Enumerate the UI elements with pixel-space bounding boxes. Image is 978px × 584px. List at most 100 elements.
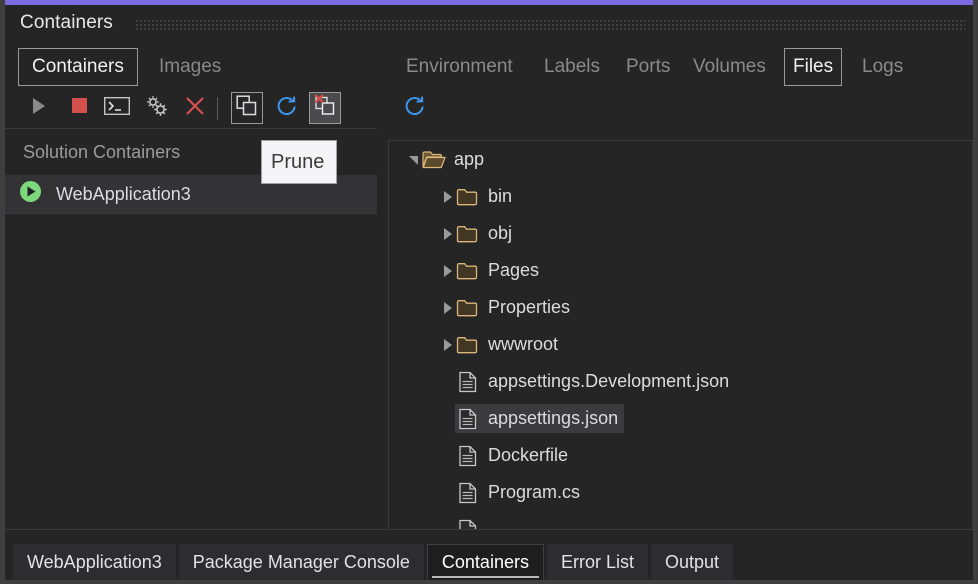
tree-item-label: Properties (488, 297, 571, 317)
chevron-down-icon[interactable] (407, 141, 421, 178)
details-tabstrip: Environment Labels Ports Volumes Files L… (388, 42, 973, 88)
bottom-tab-label: Error List (560, 551, 634, 572)
file-icon (455, 511, 481, 529)
containers-toolbar (5, 88, 377, 128)
tooltip-label: Prune (271, 150, 325, 173)
tree-row[interactable]: Dockerfile (389, 437, 972, 474)
tab-containers-label: Containers (32, 56, 124, 77)
bottom-tab-containers[interactable]: Containers (426, 544, 544, 580)
tab-labels[interactable]: Labels (535, 48, 609, 86)
container-status-running-icon (19, 180, 42, 208)
containers-images-tabstrip: Containers Images (5, 42, 377, 88)
bottom-tab-label: Output (664, 551, 720, 572)
tab-logs[interactable]: Logs (853, 48, 912, 86)
tree-item-label: appsettings.json (488, 408, 619, 428)
tree-row[interactable]: Program.cs (389, 474, 972, 511)
tab-ports[interactable]: Ports (617, 48, 679, 86)
container-name: WebApplication3 (56, 183, 191, 204)
tab-environment[interactable]: Environment (397, 48, 522, 86)
file-icon (455, 437, 481, 474)
play-icon (31, 97, 47, 120)
tree-row[interactable] (389, 511, 972, 529)
chevron-right-icon[interactable] (441, 252, 455, 289)
files-refresh-button[interactable] (399, 92, 431, 124)
tab-volumes[interactable]: Volumes (684, 48, 775, 86)
solution-containers-label: Solution Containers (23, 141, 181, 162)
chevron-right-icon[interactable] (441, 178, 455, 215)
remove-button[interactable] (179, 92, 211, 124)
refresh-button[interactable] (271, 92, 303, 124)
tab-environment-label: Environment (406, 56, 513, 77)
bottom-tab-error-list[interactable]: Error List (546, 544, 648, 580)
bottom-tabstrip: WebApplication3 Package Manager Console … (5, 529, 973, 580)
tab-volumes-label: Volumes (693, 56, 766, 77)
tree-row[interactable]: bin (389, 178, 972, 215)
stack-icon (236, 94, 258, 122)
tree-item-label: wwwroot (488, 334, 559, 354)
file-tree[interactable]: app bin obj Pages Properties wwwroot app… (388, 140, 973, 529)
folder-icon (455, 289, 481, 326)
close-x-icon (184, 95, 206, 122)
tab-ports-label: Ports (626, 56, 671, 77)
refresh-icon (276, 95, 298, 122)
file-icon (455, 363, 481, 400)
view-containers-button[interactable] (231, 92, 263, 124)
tab-labels-label: Labels (544, 56, 600, 77)
folder-icon (455, 326, 481, 363)
bottom-tab-webapplication3[interactable]: WebApplication3 (13, 544, 176, 580)
containers-tool-window: Containers Containers Images Solution Co… (0, 0, 978, 584)
container-details-pane: Environment Labels Ports Volumes Files L… (388, 42, 973, 529)
tab-logs-label: Logs (862, 56, 904, 77)
chevron-right-icon[interactable] (441, 289, 455, 326)
solution-containers-list: WebApplication3 (5, 175, 377, 529)
tab-images-label: Images (159, 56, 222, 77)
tree-item-label: Dockerfile (488, 445, 569, 465)
files-toolbar (388, 88, 973, 128)
chevron-right-icon[interactable] (441, 326, 455, 363)
bottom-tab-label: Containers (441, 552, 529, 572)
tree-row[interactable]: app (389, 141, 972, 178)
tree-row[interactable]: Pages (389, 252, 972, 289)
folder-icon (455, 215, 481, 252)
refresh-icon (404, 95, 426, 122)
tree-item-label: app (454, 149, 485, 169)
tree-row[interactable]: obj (389, 215, 972, 252)
terminal-icon (103, 96, 131, 120)
file-icon (455, 474, 481, 511)
tree-row[interactable]: Properties (389, 289, 972, 326)
tab-files[interactable]: Files (784, 48, 843, 86)
bottom-tab-label: Package Manager Console (192, 551, 410, 572)
drag-handle-dots[interactable] (135, 19, 965, 32)
chevron-right-icon[interactable] (441, 215, 455, 252)
tab-files-label: Files (793, 56, 834, 77)
folder-icon (455, 178, 481, 215)
tree-row[interactable]: wwwroot (389, 326, 972, 363)
prune-stack-x-icon (314, 94, 337, 122)
toolbar-separator (217, 97, 218, 120)
stop-button[interactable] (63, 92, 95, 124)
tree-row[interactable]: appsettings.Development.json (389, 363, 972, 400)
start-button[interactable] (23, 92, 55, 124)
tab-images[interactable]: Images (145, 48, 235, 86)
prune-button[interactable] (309, 92, 341, 124)
tree-item-label: Pages (488, 260, 540, 280)
file-icon (455, 400, 481, 437)
bottom-tab-output[interactable]: Output (650, 544, 734, 580)
folder-icon (455, 252, 481, 289)
bottom-tab-label: WebApplication3 (27, 551, 162, 572)
list-divider (5, 213, 377, 214)
tool-window-title-bar: Containers (5, 5, 973, 42)
tree-item-label: bin (488, 186, 513, 206)
terminal-button[interactable] (101, 92, 133, 124)
page-title: Containers (20, 12, 113, 33)
tab-containers[interactable]: Containers (18, 48, 138, 86)
gears-icon (145, 94, 169, 123)
settings-button[interactable] (141, 92, 173, 124)
tree-item-label: appsettings.Development.json (488, 371, 730, 391)
containers-list-pane: Containers Images Solution Containers We… (5, 42, 377, 571)
tree-row[interactable]: appsettings.json (389, 400, 972, 437)
tree-item-label: obj (488, 223, 513, 243)
bottom-tab-package-manager-console[interactable]: Package Manager Console (178, 544, 424, 580)
bottom-tabstrip-filler (736, 544, 973, 580)
folder-open-icon (421, 141, 447, 178)
